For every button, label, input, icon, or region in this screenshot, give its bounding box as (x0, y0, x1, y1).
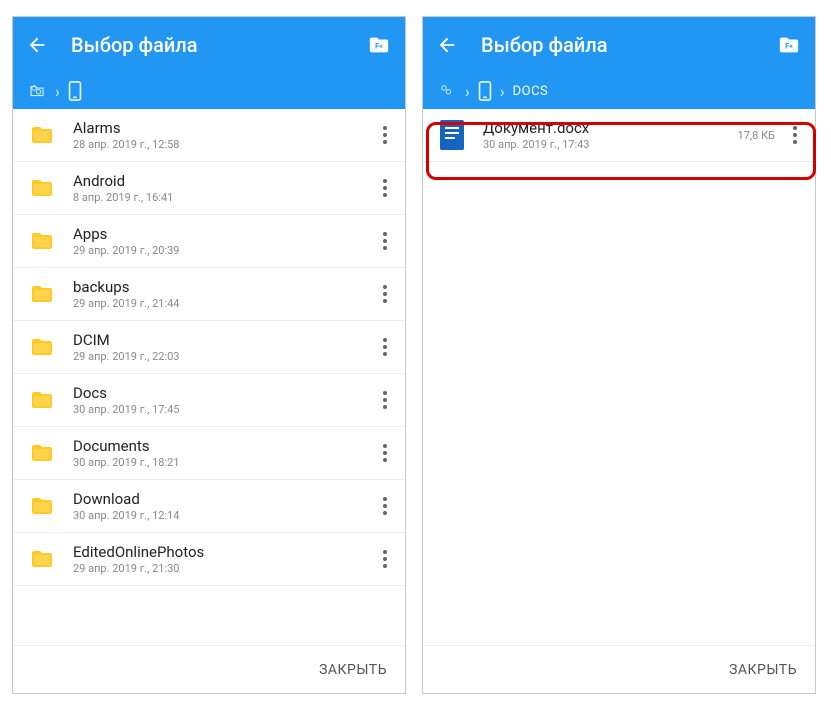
item-name: Docs (73, 384, 373, 402)
item-name: Android (73, 172, 373, 190)
breadcrumb: › › DOCS (423, 73, 815, 109)
folder-icon (27, 229, 57, 253)
more-icon[interactable] (373, 497, 397, 515)
chevron-right-icon: › (500, 82, 505, 101)
breadcrumb-root-icon[interactable] (437, 82, 457, 100)
list-item[interactable]: Документ.docx30 апр. 2019 г., 17:43 17,8… (423, 109, 815, 162)
list-item[interactable]: backups29 апр. 2019 г., 21:44 (13, 268, 405, 321)
item-name: EditedOnlinePhotos (73, 543, 373, 561)
close-button[interactable]: ЗАКРЫТЬ (729, 662, 797, 678)
footer: ЗАКРЫТЬ (13, 645, 405, 693)
more-icon[interactable] (373, 550, 397, 568)
item-name: Документ.docx (483, 119, 738, 137)
svg-text:F<: F< (785, 42, 793, 51)
back-icon[interactable] (25, 33, 49, 57)
list-item[interactable]: EditedOnlinePhotos29 апр. 2019 г., 21:30 (13, 533, 405, 586)
list-item[interactable]: Alarms28 апр. 2019 г., 12:58 (13, 109, 405, 162)
folder-icon (27, 335, 57, 359)
header: Выбор файла F< (13, 17, 405, 73)
close-button[interactable]: ЗАКРЫТЬ (319, 662, 387, 678)
list-item[interactable]: Apps29 апр. 2019 г., 20:39 (13, 215, 405, 268)
header: Выбор файла F< (423, 17, 815, 73)
more-icon[interactable] (373, 338, 397, 356)
page-title: Выбор файла (71, 33, 343, 57)
item-name: Documents (73, 437, 373, 455)
more-icon[interactable] (373, 444, 397, 462)
item-date: 29 апр. 2019 г., 22:03 (73, 350, 373, 363)
item-size: 17,8 КБ (738, 129, 775, 142)
breadcrumb-root-icon[interactable] (27, 82, 47, 100)
list-item[interactable]: Documents30 апр. 2019 г., 18:21 (13, 427, 405, 480)
item-date: 28 апр. 2019 г., 12:58 (73, 138, 373, 151)
item-date: 8 апр. 2019 г., 16:41 (73, 191, 373, 204)
item-date: 30 апр. 2019 г., 17:43 (483, 138, 738, 151)
more-icon[interactable] (783, 126, 807, 144)
footer: ЗАКРЫТЬ (423, 645, 815, 693)
list-item[interactable]: Download30 апр. 2019 г., 12:14 (13, 480, 405, 533)
more-icon[interactable] (373, 391, 397, 409)
item-date: 29 апр. 2019 г., 21:44 (73, 297, 373, 310)
folder-icon (27, 388, 57, 412)
breadcrumb-phone-icon[interactable] (478, 81, 492, 101)
breadcrumb-phone-icon[interactable] (68, 81, 82, 101)
folder-icon (27, 441, 57, 465)
file-picker-screen-root: Выбор файла F< › Alarms28 апр. 2019 г., … (12, 16, 406, 694)
item-name: DCIM (73, 331, 373, 349)
more-icon[interactable] (373, 179, 397, 197)
item-date: 29 апр. 2019 г., 21:30 (73, 562, 373, 575)
more-icon[interactable] (373, 285, 397, 303)
list-item[interactable]: Android8 апр. 2019 г., 16:41 (13, 162, 405, 215)
item-date: 29 апр. 2019 г., 20:39 (73, 244, 373, 257)
folder-icon (27, 547, 57, 571)
list-item[interactable]: DCIM29 апр. 2019 г., 22:03 (13, 321, 405, 374)
breadcrumb-folder[interactable]: DOCS (513, 84, 549, 99)
folder-icon (27, 123, 57, 147)
back-icon[interactable] (435, 33, 459, 57)
item-date: 30 апр. 2019 г., 12:14 (73, 509, 373, 522)
item-date: 30 апр. 2019 г., 17:45 (73, 403, 373, 416)
folder-icon (27, 282, 57, 306)
file-list: Документ.docx30 апр. 2019 г., 17:43 17,8… (423, 109, 815, 645)
new-folder-icon[interactable]: F< (365, 33, 393, 57)
chevron-right-icon: › (55, 82, 60, 101)
item-name: Alarms (73, 119, 373, 137)
more-icon[interactable] (373, 232, 397, 250)
folder-icon (27, 176, 57, 200)
page-title: Выбор файла (481, 33, 753, 57)
file-list: Alarms28 апр. 2019 г., 12:58 Android8 ап… (13, 109, 405, 645)
new-folder-icon[interactable]: F< (775, 33, 803, 57)
svg-text:F<: F< (375, 42, 383, 51)
file-picker-screen-docs: Выбор файла F< › › DOCS Документ.docx30 … (422, 16, 816, 694)
item-name: Apps (73, 225, 373, 243)
document-icon (439, 120, 465, 150)
list-item[interactable]: Docs30 апр. 2019 г., 17:45 (13, 374, 405, 427)
more-icon[interactable] (373, 126, 397, 144)
item-date: 30 апр. 2019 г., 18:21 (73, 456, 373, 469)
chevron-right-icon: › (465, 82, 470, 101)
folder-icon (27, 494, 57, 518)
breadcrumb: › (13, 73, 405, 109)
item-name: Download (73, 490, 373, 508)
item-name: backups (73, 278, 373, 296)
